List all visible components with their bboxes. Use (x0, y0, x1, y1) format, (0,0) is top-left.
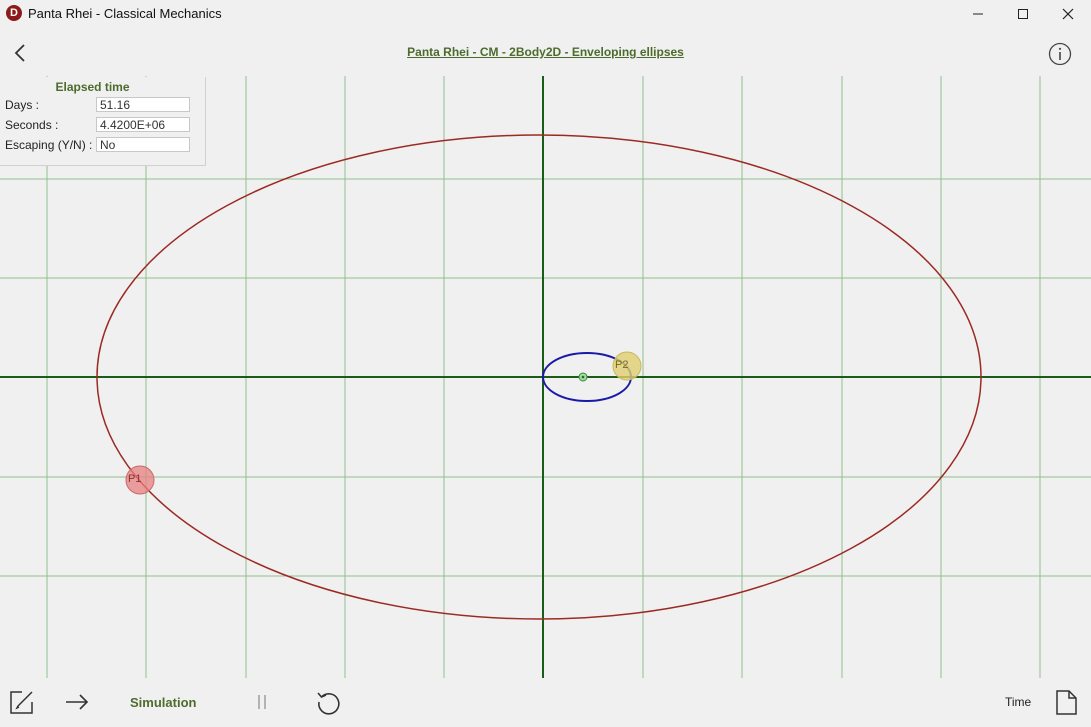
document-icon (1056, 690, 1077, 715)
pause-button[interactable] (248, 688, 276, 716)
maximize-button[interactable] (1000, 0, 1046, 28)
close-button[interactable] (1045, 0, 1091, 28)
escaping-label: Escaping (Y/N) : (5, 138, 93, 152)
maximize-icon (1018, 9, 1028, 19)
body-p2-label: P2 (615, 359, 628, 371)
reset-button[interactable] (315, 688, 343, 716)
minimize-button[interactable] (955, 0, 1001, 28)
window-title: Panta Rhei - Classical Mechanics (28, 6, 222, 21)
edit-button[interactable] (8, 688, 36, 716)
document-button[interactable] (1052, 688, 1080, 716)
window-titlebar: D Panta Rhei - Classical Mechanics (0, 0, 1091, 28)
body-p2[interactable]: P2 (612, 351, 642, 381)
seconds-field: 4.4200E+06 (96, 117, 190, 132)
page-header: Panta Rhei - CM - 2Body2D - Enveloping e… (0, 28, 1091, 76)
bottom-toolbar: Simulation Time (0, 678, 1091, 727)
panel-title: Elapsed time (55, 80, 130, 94)
days-label: Days : (5, 98, 40, 112)
center-of-mass-dot (581, 375, 585, 379)
run-button[interactable] (63, 688, 91, 716)
reset-icon (317, 692, 340, 715)
info-button[interactable] (1048, 42, 1072, 66)
seconds-label: Seconds : (5, 118, 59, 132)
close-icon (1062, 8, 1074, 20)
elapsed-time-panel: Elapsed time Days : 51.16 Seconds : 4.42… (0, 77, 206, 166)
edit-icon (10, 691, 33, 714)
arrow-right-icon (66, 694, 89, 710)
pause-icon (258, 695, 266, 709)
days-field: 51.16 (96, 97, 190, 112)
body-p1-label: P1 (128, 473, 141, 485)
escaping-field: No (96, 137, 190, 152)
minimize-icon (973, 13, 983, 15)
simulation-label[interactable]: Simulation (130, 695, 196, 710)
axes (0, 76, 1091, 678)
page-title[interactable]: Panta Rhei - CM - 2Body2D - Enveloping e… (0, 45, 1091, 59)
time-label[interactable]: Time (1005, 695, 1031, 709)
app-logo-icon: D (6, 5, 22, 21)
simulation-canvas[interactable]: P1 P2 (0, 76, 1091, 678)
body-p1[interactable]: P1 (125, 465, 155, 495)
